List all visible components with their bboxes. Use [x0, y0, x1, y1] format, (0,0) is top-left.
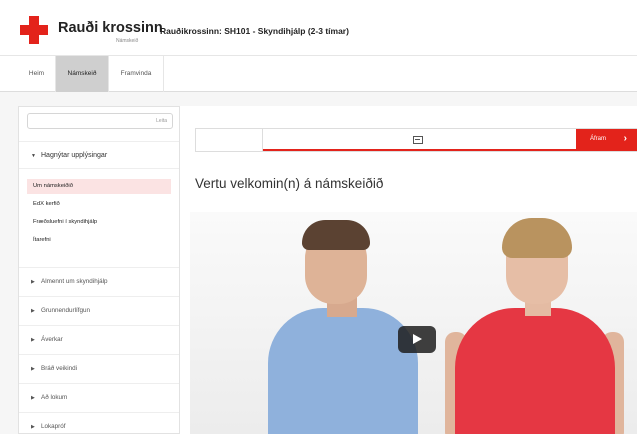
chevron-right-icon: ›: [623, 133, 627, 144]
triangle-down-icon: ▼: [31, 153, 36, 159]
section-almennt[interactable]: ▶ Almennt um skyndihjálp: [19, 267, 179, 296]
search-button[interactable]: Leita: [156, 118, 167, 124]
section-averkar[interactable]: ▶ Áverkar: [19, 325, 179, 354]
sequence-nav: Áfram ›: [195, 128, 637, 152]
play-icon: [413, 334, 422, 344]
unit-title: Vertu velkomin(n) á námskeiðið: [195, 176, 384, 191]
tab-course[interactable]: Námskeið: [56, 56, 109, 92]
subsection-fraedsluefni[interactable]: Fræðsluefni í skyndihjálp: [27, 215, 171, 230]
next-button[interactable]: Áfram ›: [576, 129, 637, 151]
brand-subtitle: Námskeið: [116, 38, 139, 44]
subsection-itarefni[interactable]: Ítarefni: [27, 233, 171, 248]
section-label: Að lokum: [41, 394, 68, 401]
video-player[interactable]: [190, 212, 637, 434]
triangle-right-icon: ▶: [31, 424, 35, 430]
triangle-right-icon: ▶: [31, 366, 35, 372]
course-title: Rauðikrossinn: SH101 - Skyndihjálp (2-3 …: [160, 26, 349, 36]
section-hagnytar-upplysingar[interactable]: ▼ Hagnýtar upplýsingar: [19, 141, 179, 169]
triangle-right-icon: ▶: [31, 308, 35, 314]
section-label: Lokapróf: [41, 423, 66, 430]
course-outline-sidebar: Leita ▼ Hagnýtar upplýsingar Um námskeið…: [18, 106, 180, 434]
search-input[interactable]: Leita: [27, 113, 173, 129]
section-label: Hagnýtar upplýsingar: [41, 152, 108, 159]
section-ad-lokum[interactable]: ▶ Að lokum: [19, 383, 179, 412]
section-label: Almennt um skyndihjálp: [41, 278, 108, 285]
page: Rauði krossinn Námskeið Rauðikrossinn: S…: [0, 0, 637, 434]
current-unit-tab[interactable]: [263, 129, 576, 151]
red-cross-logo[interactable]: Rauði krossinn Námskeið: [20, 16, 163, 46]
presenter-woman: [455, 308, 615, 434]
course-tabs: Heim Námskeið Framvinda: [0, 56, 637, 92]
section-lokaprof[interactable]: ▶ Lokapróf: [19, 412, 179, 434]
red-cross-icon: [20, 16, 48, 44]
site-header: Rauði krossinn Námskeið Rauðikrossinn: S…: [0, 0, 637, 56]
subsection-edx-kerfid[interactable]: EdX kerfið: [27, 197, 171, 212]
triangle-right-icon: ▶: [31, 337, 35, 343]
next-label: Áfram: [590, 136, 607, 142]
previous-unit-button[interactable]: [196, 129, 263, 151]
section-label: Grunnendurlífgun: [41, 307, 91, 314]
presenter-man: [268, 308, 418, 434]
section-brad-veikindi[interactable]: ▶ Bráð veikindi: [19, 354, 179, 383]
subsection-um-namskeidid[interactable]: Um námskeiðið: [27, 179, 171, 194]
presenter-man-hair: [302, 220, 370, 250]
section-label: Bráð veikindi: [41, 365, 78, 372]
brand-name: Rauði krossinn: [58, 20, 163, 36]
course-content: Áfram › Vertu velkomin(n) á námskeiðið: [180, 106, 637, 434]
triangle-right-icon: ▶: [31, 395, 35, 401]
video-icon: [413, 136, 423, 144]
section-label: Áverkar: [41, 336, 63, 343]
play-button[interactable]: [398, 326, 436, 353]
tab-progress[interactable]: Framvinda: [109, 56, 164, 92]
tab-home[interactable]: Heim: [18, 56, 56, 92]
triangle-right-icon: ▶: [31, 279, 35, 285]
section-grunnendurlifgun[interactable]: ▶ Grunnendurlífgun: [19, 296, 179, 325]
